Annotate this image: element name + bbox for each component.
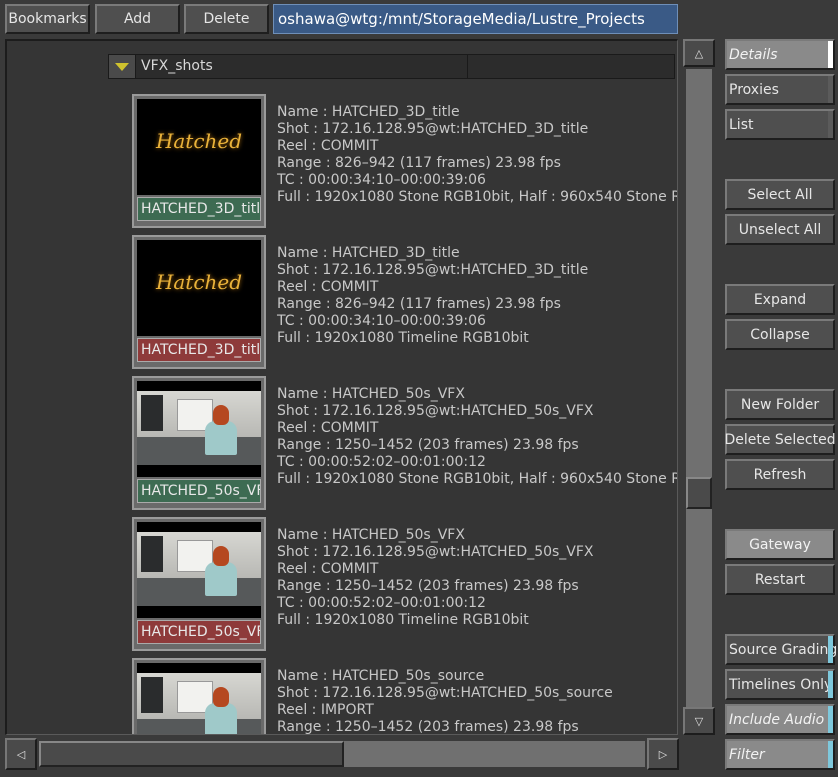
- delete-selected-button[interactable]: Delete Selected: [724, 424, 836, 455]
- clip-detail-line: Range : 826–942 (117 frames) 23.98 fps: [277, 155, 561, 171]
- column-divider: [467, 55, 468, 78]
- scroll-up-icon[interactable]: △: [683, 39, 715, 67]
- clip-thumbnail: [137, 663, 261, 734]
- file-browser-pane: VFX_shots Hatched HATCHED_3D_title Name …: [5, 39, 678, 735]
- clip-thumbnail-frame[interactable]: [132, 658, 266, 734]
- clip-detail-line: Name : HATCHED_3D_title: [277, 245, 460, 261]
- timelines-only-toggle[interactable]: Timelines Only: [725, 669, 835, 700]
- delete-bookmark-button[interactable]: Delete: [184, 4, 269, 34]
- clip-detail-line: Full : 1920x1080 Timeline RGB10bit: [277, 330, 529, 346]
- clip-detail-line: Range : 1250–1452 (203 frames) 23.98 fps: [277, 437, 579, 453]
- source-grading-label: Source Grading: [729, 641, 838, 658]
- scroll-left-icon[interactable]: ◁: [5, 738, 37, 770]
- list-view-label: List: [729, 116, 754, 133]
- vertical-scrollbar[interactable]: △ ▽: [683, 39, 715, 735]
- clip-thumbnail-frame[interactable]: Hatched HATCHED_3D_title: [132, 94, 266, 228]
- add-bookmark-button[interactable]: Add: [95, 4, 180, 34]
- new-folder-button[interactable]: New Folder: [725, 389, 835, 420]
- clip-label: HATCHED_50s_VFX: [137, 620, 261, 644]
- filter-toggle[interactable]: Filter: [725, 739, 835, 770]
- clip-item[interactable]: HATCHED_50s_VFX Name : HATCHED_50s_VFX S…: [132, 376, 677, 510]
- clip-label: HATCHED_50s_VFX: [137, 479, 261, 503]
- expand-triangle-icon[interactable]: [109, 55, 136, 78]
- details-view-button[interactable]: Details: [725, 39, 835, 70]
- clip-item[interactable]: Name : HATCHED_50s_source Shot : 172.16.…: [132, 658, 677, 735]
- clip-detail-line: Full : 1920x1080 Stone RGB10bit, Half : …: [277, 189, 678, 205]
- clip-details: Name : HATCHED_50s_VFX Shot : 172.16.128…: [277, 386, 677, 488]
- clip-detail-line: TC : 00:00:34:10–00:00:39:06: [277, 313, 486, 329]
- collapse-button[interactable]: Collapse: [725, 319, 835, 350]
- clip-item[interactable]: HATCHED_50s_VFX Name : HATCHED_50s_VFX S…: [132, 517, 677, 651]
- clip-thumbnail: [137, 522, 261, 618]
- select-all-button[interactable]: Select All: [725, 179, 835, 210]
- clip-detail-line: TC : 00:00:34:10–00:00:39:06: [277, 172, 486, 188]
- clip-label: HATCHED_3D_title: [137, 197, 261, 221]
- bookmarks-button[interactable]: Bookmarks: [5, 4, 90, 34]
- clip-detail-line: Shot : 172.16.128.95@wt:HATCHED_3D_title: [277, 262, 589, 278]
- clip-item[interactable]: Hatched HATCHED_3D_title Name : HATCHED_…: [132, 235, 677, 369]
- thumbnail-title-text: Hatched: [155, 129, 243, 153]
- clip-detail-line: Full : 1920x1080 Stone RGB10bit, Half : …: [277, 471, 678, 487]
- clip-detail-line: Range : 1250–1452 (203 frames) 23.98 fps: [277, 719, 579, 735]
- gateway-button[interactable]: Gateway: [725, 529, 835, 560]
- expand-button[interactable]: Expand: [725, 284, 835, 315]
- proxies-view-button[interactable]: Proxies: [725, 74, 835, 105]
- source-grading-toggle[interactable]: Source Grading: [725, 634, 838, 665]
- clip-detail-line: TC : 00:00:52:02–00:01:00:12: [277, 454, 486, 470]
- clip-detail-line: Shot : 172.16.128.95@wt:HATCHED_50s_VFX: [277, 544, 594, 560]
- refresh-button[interactable]: Refresh: [725, 459, 835, 490]
- details-view-label: Details: [729, 46, 778, 63]
- horizontal-scrollbar[interactable]: ◁ ▷: [5, 738, 679, 770]
- clip-item[interactable]: Hatched HATCHED_3D_title Name : HATCHED_…: [132, 94, 677, 228]
- clip-detail-line: TC : 00:00:52:02–00:01:00:12: [277, 595, 486, 611]
- list-view-button[interactable]: List: [725, 109, 835, 140]
- clip-thumbnail: Hatched: [137, 240, 261, 336]
- scroll-down-icon[interactable]: ▽: [683, 707, 715, 735]
- clip-detail-line: Name : HATCHED_50s_source: [277, 668, 485, 684]
- clip-thumbnail-frame[interactable]: HATCHED_50s_VFX: [132, 376, 266, 510]
- include-audio-label: Include Audio: [729, 711, 825, 728]
- clip-details: Name : HATCHED_50s_source Shot : 172.16.…: [277, 668, 677, 735]
- folder-row[interactable]: VFX_shots: [108, 54, 675, 79]
- restart-button[interactable]: Restart: [725, 564, 835, 595]
- clip-thumbnail-frame[interactable]: Hatched HATCHED_3D_title: [132, 235, 266, 369]
- clip-detail-line: Name : HATCHED_50s_VFX: [277, 527, 465, 543]
- clip-detail-line: Shot : 172.16.128.95@wt:HATCHED_50s_sour…: [277, 685, 613, 701]
- clip-details: Name : HATCHED_50s_VFX Shot : 172.16.128…: [277, 527, 677, 629]
- vertical-scroll-track[interactable]: [686, 69, 712, 707]
- clip-thumbnail: [137, 381, 261, 477]
- proxies-view-label: Proxies: [729, 81, 779, 98]
- clip-detail-line: Name : HATCHED_50s_VFX: [277, 386, 465, 402]
- filter-label: Filter: [729, 746, 765, 763]
- vertical-scroll-thumb[interactable]: [686, 477, 712, 509]
- horizontal-scroll-thumb[interactable]: [39, 741, 344, 767]
- scroll-right-icon[interactable]: ▷: [647, 738, 679, 770]
- include-audio-toggle[interactable]: Include Audio: [725, 704, 835, 735]
- clip-detail-line: Reel : COMMIT: [277, 138, 379, 154]
- clip-detail-line: Reel : COMMIT: [277, 279, 379, 295]
- clip-thumbnail: Hatched: [137, 99, 261, 195]
- clip-detail-line: Name : HATCHED_3D_title: [277, 104, 460, 120]
- clip-details: Name : HATCHED_3D_title Shot : 172.16.12…: [277, 104, 677, 206]
- folder-name: VFX_shots: [141, 58, 213, 74]
- unselect-all-button[interactable]: Unselect All: [725, 214, 835, 245]
- clip-detail-line: Shot : 172.16.128.95@wt:HATCHED_3D_title: [277, 121, 589, 137]
- timelines-only-label: Timelines Only: [729, 676, 833, 693]
- clip-thumbnail-frame[interactable]: HATCHED_50s_VFX: [132, 517, 266, 651]
- clip-detail-line: Reel : IMPORT: [277, 702, 374, 718]
- clip-detail-line: Range : 826–942 (117 frames) 23.98 fps: [277, 296, 561, 312]
- clip-label: HATCHED_3D_title: [137, 338, 261, 362]
- clip-detail-line: Full : 1920x1080 Timeline RGB10bit: [277, 612, 529, 628]
- clip-details: Name : HATCHED_3D_title Shot : 172.16.12…: [277, 245, 677, 347]
- thumbnail-title-text: Hatched: [155, 270, 243, 294]
- clip-detail-line: Reel : COMMIT: [277, 420, 379, 436]
- path-input[interactable]: oshawa@wtg:/mnt/StorageMedia/Lustre_Proj…: [273, 4, 678, 34]
- clip-detail-line: Reel : COMMIT: [277, 561, 379, 577]
- clip-detail-line: Range : 1250–1452 (203 frames) 23.98 fps: [277, 578, 579, 594]
- clip-detail-line: Shot : 172.16.128.95@wt:HATCHED_50s_VFX: [277, 403, 594, 419]
